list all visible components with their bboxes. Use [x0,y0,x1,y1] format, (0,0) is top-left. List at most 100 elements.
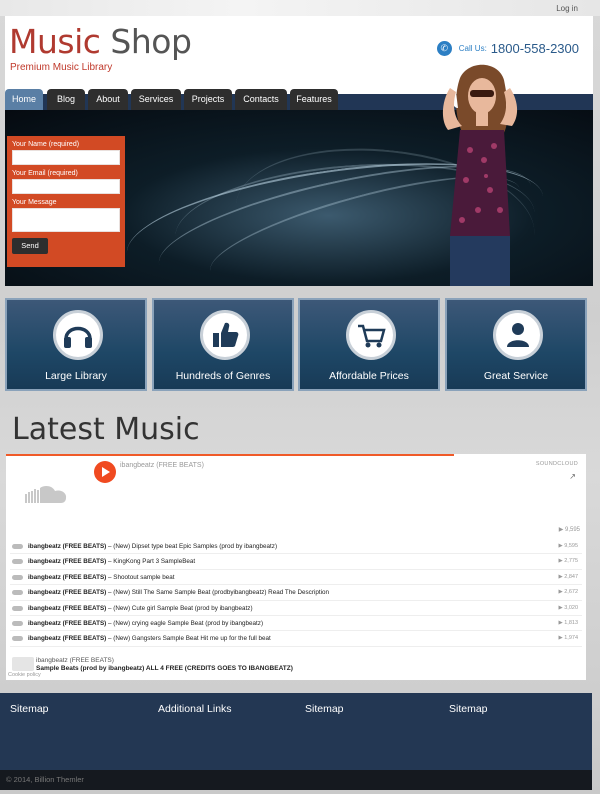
message-label: Your Message [12,199,57,206]
soundcloud-player: ibangbeatz (FREE BEATS) SOUNDCLOUD ↗ ▶ 9… [6,454,586,680]
track-plays: ▶ 9,595 [558,543,578,549]
track-artist: ibangbeatz (FREE BEATS) [28,635,107,643]
feature-card-prices[interactable]: Affordable Prices [298,298,440,391]
footer-heading-sitemap[interactable]: Sitemap [10,703,49,715]
soundcloud-cloud-icon [25,486,67,503]
nav-item-about[interactable]: About [88,89,128,110]
track-plays-count: 2,775 [564,558,578,565]
track-thumb-icon [12,544,23,549]
phone-contact: ✆ Call Us: 1800-558-2300 [436,41,579,56]
email-label: Your Email (required) [12,170,78,177]
track-title: – (New) crying eagle Sample Beat (prod b… [106,619,264,627]
track-plays: ▶ 1,974 [558,635,578,642]
phone-number[interactable]: 1800-558-2300 [491,41,579,56]
track-artist: ibangbeatz (FREE BEATS) [28,558,107,566]
now-playing-title: Sample Beats (prod by ibangbeatz) ALL 4 … [36,665,293,672]
nav-item-home[interactable]: Home [5,89,43,110]
feature-card-service[interactable]: Great Service [445,298,587,391]
section-title-latest-music: Latest Music [12,412,200,447]
now-playing-bar[interactable]: ibangbeatz (FREE BEATS) Sample Beats (pr… [10,654,582,676]
track-plays-count: 3,020 [564,604,578,611]
track-plays-count: 9,595 [564,543,578,549]
now-playing-artist: ibangbeatz (FREE BEATS) [36,657,114,664]
track-row[interactable]: ibangbeatz (FREE BEATS) – KingKong Part … [10,554,582,570]
site-logo[interactable]: Music Shop [9,22,192,61]
feature-card-genres[interactable]: Hundreds of Genres [152,298,294,391]
track-title: – (New) Dipset type beat Epic Samples (p… [106,543,278,550]
track-row[interactable]: ibangbeatz (FREE BEATS) – (New) crying e… [10,616,582,632]
nav-item-features[interactable]: Features [290,89,338,110]
track-artist: ibangbeatz (FREE BEATS) [28,604,107,612]
track-artist: ibangbeatz (FREE BEATS) [28,589,107,597]
track-plays-count: 1,974 [564,635,578,642]
track-title: – (New) Still The Same Sample Beat (prod… [106,589,329,597]
feature-label: Hundreds of Genres [175,370,271,382]
phone-label: Call Us: [458,44,487,53]
track-plays: ▶ 2,775 [558,558,578,565]
copyright-text: © 2014, Billion Themler [6,775,84,784]
copyright-bar: © 2014, Billion Themler [0,770,592,790]
total-plays: ▶ 9,595 [558,527,580,533]
now-playing-cloud-icon [12,657,34,671]
track-row[interactable]: ibangbeatz (FREE BEATS) – (New) Gangster… [10,631,582,647]
message-field[interactable] [12,208,120,232]
play-button[interactable] [94,461,116,483]
user-icon [493,310,543,360]
track-row[interactable]: ibangbeatz (FREE BEATS) – (New) Cute gir… [10,601,582,616]
features-row: Large Library Hundreds of Genres Afforda… [5,298,593,391]
name-field[interactable] [12,150,120,165]
track-plays: ▶ 2,847 [558,573,578,580]
logo-word-music: Music [9,22,101,61]
site-tagline: Premium Music Library [10,62,113,73]
track-thumb-icon [12,620,23,626]
track-thumb-icon [12,605,23,611]
track-row[interactable]: ibangbeatz (FREE BEATS) – (New) Still Th… [10,585,582,601]
track-thumb-icon [12,574,23,580]
feature-card-large-library[interactable]: Large Library [5,298,147,391]
login-link[interactable]: Log in [556,4,578,13]
send-button[interactable]: Send [12,238,48,254]
track-plays-count: 2,672 [564,589,578,596]
track-artist: ibangbeatz (FREE BEATS) [28,619,107,627]
track-plays: ▶ 1,813 [558,619,578,626]
thumbs-up-icon [200,310,250,360]
nav-item-contacts[interactable]: Contacts [235,89,287,110]
nav-item-services[interactable]: Services [131,89,181,110]
track-artist: ibangbeatz (FREE BEATS) [28,543,107,550]
top-bar: Log in [0,0,600,16]
track-plays: ▶ 2,672 [558,589,578,596]
name-label: Your Name (required) [12,141,80,148]
contact-form: Your Name (required) Your Email (require… [7,136,125,267]
email-field[interactable] [12,179,120,194]
track-thumb-icon [12,590,23,596]
track-plays-count: 1,813 [564,619,578,626]
playback-progress[interactable] [6,454,454,456]
share-icon[interactable]: ↗ [569,472,576,481]
nav-item-blog[interactable]: Blog [47,89,85,110]
track-thumb-icon [12,559,23,565]
footer-heading-additional-links[interactable]: Additional Links [158,703,232,715]
track-plays: ▶ 3,020 [558,604,578,611]
soundcloud-logo[interactable]: SOUNDCLOUD [536,461,578,467]
player-artist[interactable]: ibangbeatz (FREE BEATS) [120,462,204,469]
track-thumb-icon [12,636,23,642]
total-plays-count: 9,595 [564,527,580,533]
dj-woman-image [442,64,518,286]
track-list: ibangbeatz (FREE BEATS) – (New) Dipset t… [10,539,582,647]
track-row[interactable]: ibangbeatz (FREE BEATS) – (New) Dipset t… [10,539,582,555]
track-plays-count: 2,847 [564,573,578,580]
phone-icon: ✆ [436,41,452,56]
track-artist: ibangbeatz (FREE BEATS) [28,573,107,581]
footer-heading-sitemap[interactable]: Sitemap [305,703,344,715]
footer-heading-sitemap[interactable]: Sitemap [449,703,488,715]
cookie-policy-link[interactable]: Cookie policy [8,672,41,678]
feature-label: Affordable Prices [329,370,409,382]
headphones-icon [53,310,103,360]
track-row[interactable]: ibangbeatz (FREE BEATS) – Shootout sampl… [10,570,582,586]
track-title: – Shootout sample beat [106,573,175,581]
logo-word-shop: Shop [110,22,192,61]
nav-item-projects[interactable]: Projects [184,89,232,110]
shopping-cart-icon [346,310,396,360]
feature-label: Great Service [483,370,549,382]
site-footer: Sitemap Additional Links Sitemap Sitemap [0,693,592,770]
